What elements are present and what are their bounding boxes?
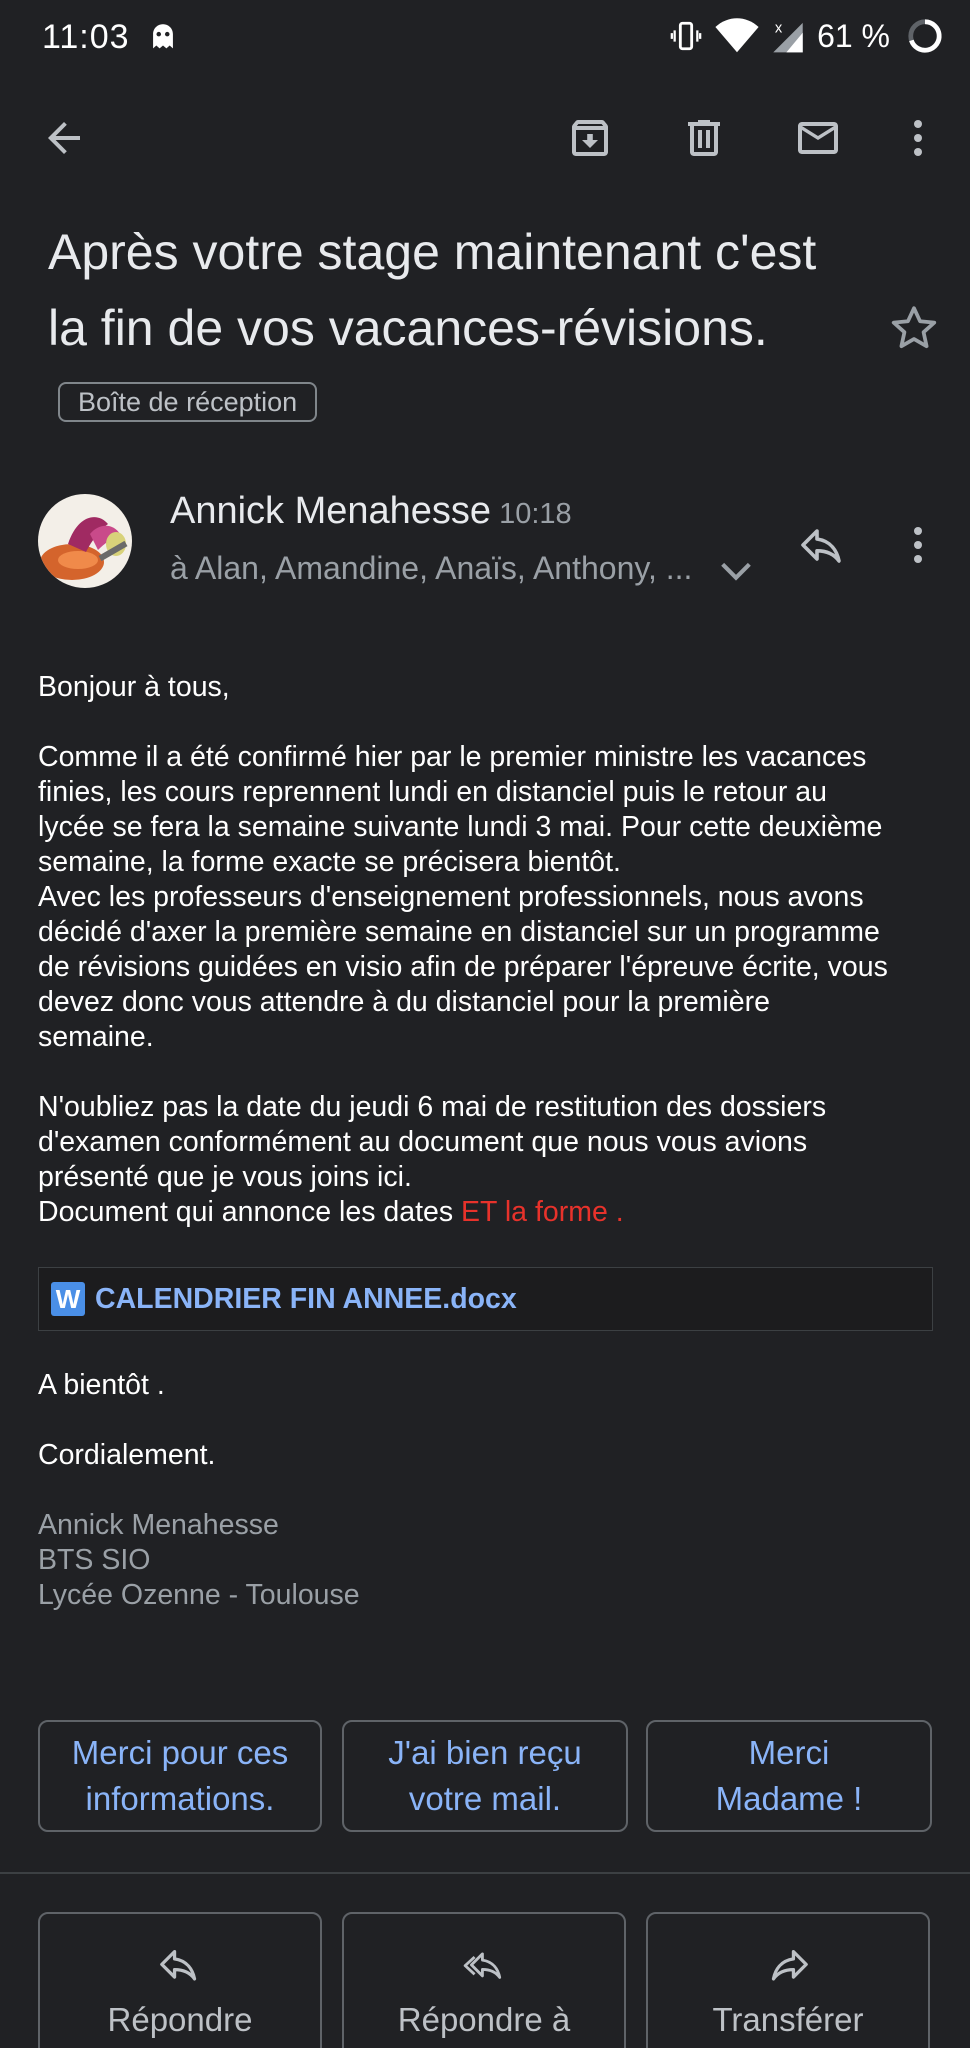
body-line: finies, les cours reprennent lundi en di…	[38, 776, 827, 808]
message-body: Bonjour à tous, Comme il a été confirmé …	[38, 670, 938, 1613]
reply-button[interactable]: Répondre	[38, 1912, 322, 2048]
body-line: semaine, la forme exacte se précisera bi…	[38, 846, 621, 878]
sender-name: Annick Menahesse	[170, 490, 492, 532]
chevron-down-icon[interactable]	[716, 556, 756, 586]
email-time: 10:18	[499, 498, 572, 530]
body-line: N'oubliez pas la date du jeudi 6 mai de …	[38, 1091, 827, 1123]
ghost-icon	[153, 24, 173, 49]
closing-line: Cordialement.	[38, 1439, 216, 1471]
vibrate-icon	[670, 21, 702, 51]
recipients[interactable]: à Alan, Amandine, Anaïs, Anthony, ...	[170, 550, 692, 587]
email-subject: Après votre stage maintenant c'est la fi…	[48, 214, 868, 442]
body-line: lycée se fera la semaine suivante lundi …	[38, 811, 883, 843]
svg-text:x: x	[775, 21, 783, 37]
smart-reply-text: J'ai bien reçu	[388, 1734, 582, 1771]
back-arrow-icon	[48, 122, 80, 154]
status-time: 11:03	[42, 18, 130, 56]
back-button[interactable]	[22, 96, 106, 180]
battery-percent: 61 %	[817, 17, 890, 54]
forward-button[interactable]: Transférer	[646, 1912, 930, 2048]
word-doc-icon: W	[51, 1282, 85, 1316]
signal-icon: x	[773, 21, 803, 53]
smart-reply-button[interactable]: J'ai bien reçu votre mail.	[342, 1720, 628, 1832]
document-line-text: Document qui annonce les dates	[38, 1196, 462, 1228]
body-line: de révisions guidées en visio afin de pr…	[38, 951, 888, 983]
attachment-link[interactable]: W CALENDRIER FIN ANNEE.docx	[38, 1267, 933, 1331]
smart-reply-text: Merci	[748, 1734, 830, 1771]
body-line: d'examen conformément au document que no…	[38, 1126, 808, 1158]
status-bar: 11:03 x 61 %	[0, 0, 970, 72]
wifi-icon	[715, 18, 759, 53]
reply-icon	[801, 529, 841, 563]
divider	[0, 1872, 970, 1874]
sender-line[interactable]: Annick Menahesse 10:18	[170, 490, 572, 533]
reply-all-button[interactable]: Répondre à	[342, 1912, 626, 2048]
message-more-button[interactable]	[890, 512, 946, 578]
reply-icon-button[interactable]	[788, 512, 854, 578]
body-line: devez donc vous attendre à du distanciel…	[38, 986, 770, 1018]
highlighted-text: ET la forme .	[461, 1196, 624, 1228]
signature-line: Annick Menahesse	[38, 1509, 279, 1541]
body-line: décidé d'axer la première semaine en dis…	[38, 916, 880, 948]
greeting: Bonjour à tous,	[38, 671, 230, 703]
star-icon[interactable]	[886, 300, 942, 356]
status-icons: x 61 %	[669, 16, 944, 56]
smart-reply-button[interactable]: Merci Madame !	[646, 1720, 932, 1832]
mark-unread-icon	[798, 122, 838, 154]
delete-button[interactable]	[662, 96, 746, 180]
more-options-button[interactable]	[876, 96, 960, 180]
forward-icon	[771, 1950, 808, 1981]
document-line: Document qui annonce les dates ET la for…	[38, 1195, 938, 1230]
reply-icon	[160, 1950, 197, 1981]
more-vert-icon	[914, 527, 922, 563]
smart-reply-text: Madame !	[715, 1780, 863, 1817]
smart-reply-button[interactable]: Merci pour ces informations.	[38, 1720, 322, 1832]
top-toolbar	[0, 96, 970, 180]
reply-label: Répondre	[107, 2001, 253, 2038]
archive-icon	[572, 120, 608, 156]
more-vert-icon	[914, 120, 922, 156]
subject-text: Après votre stage maintenant c'est la fi…	[48, 224, 817, 356]
avatar-image	[38, 494, 132, 588]
closing-line: A bientôt .	[38, 1369, 165, 1401]
battery-ring-icon	[908, 19, 942, 53]
smart-reply-text: Merci pour ces	[71, 1734, 289, 1771]
smart-reply-text: votre mail.	[408, 1780, 562, 1817]
signature-line: Lycée Ozenne - Toulouse	[38, 1579, 360, 1611]
archive-button[interactable]	[548, 96, 632, 180]
body-line: Avec les professeurs d'enseignement prof…	[38, 881, 864, 913]
reply-all-label: Répondre à	[397, 2001, 571, 2038]
sender-avatar[interactable]	[38, 494, 132, 588]
reply-all-icon	[463, 1952, 502, 1979]
signature-line: BTS SIO	[38, 1544, 151, 1576]
inbox-label-chip[interactable]: Boîte de réception	[58, 382, 318, 422]
smart-reply-text: informations.	[85, 1780, 275, 1817]
body-line: semaine.	[38, 1021, 154, 1053]
body-line: Comme il a été confirmé hier par le prem…	[38, 741, 867, 773]
forward-label: Transférer	[712, 2001, 864, 2038]
delete-icon	[688, 120, 720, 156]
body-line: présenté que je vous joins ici.	[38, 1161, 412, 1193]
attachment-name[interactable]: CALENDRIER FIN ANNEE.docx	[95, 1282, 517, 1317]
mark-unread-button[interactable]	[776, 96, 860, 180]
